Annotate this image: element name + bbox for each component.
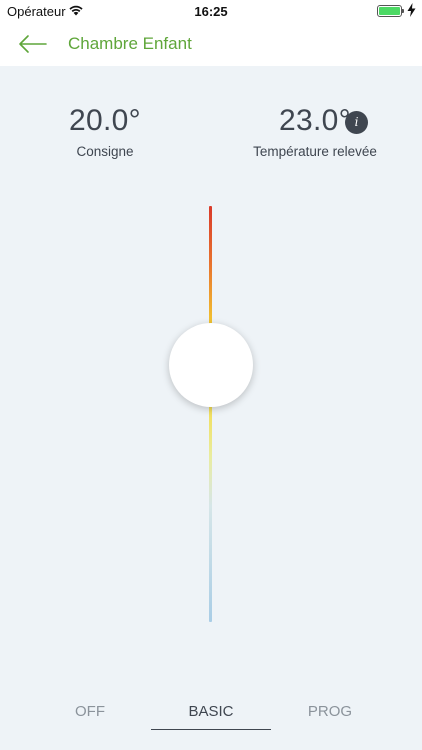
tab-off[interactable]: OFF	[40, 698, 140, 730]
battery-icon	[377, 5, 404, 17]
info-icon[interactable]: i	[345, 111, 368, 134]
navigation-bar: Chambre Enfant	[0, 22, 422, 66]
temperature-slider-track[interactable]	[209, 206, 212, 622]
mode-tabs: OFF BASIC PROG	[0, 698, 422, 734]
arrow-left-icon	[19, 35, 47, 53]
charging-bolt-icon	[407, 3, 416, 17]
setpoint-value: 20.0°	[69, 104, 141, 137]
measured-temperature-value: 23.0°	[279, 104, 351, 137]
status-time: 16:25	[194, 4, 228, 19]
page-title: Chambre Enfant	[68, 34, 192, 53]
temperature-slider-thumb[interactable]	[169, 323, 253, 407]
back-button[interactable]	[12, 30, 52, 58]
tab-prog[interactable]: PROG	[280, 698, 380, 730]
measured-temperature-block: 23.0° Température relevée	[232, 104, 398, 159]
measured-temperature-label: Température relevée	[253, 144, 377, 159]
status-bar: Opérateur 16:25	[0, 0, 422, 22]
tab-basic[interactable]: BASIC	[151, 698, 271, 730]
setpoint-block: 20.0° Consigne	[40, 104, 170, 159]
setpoint-label: Consigne	[76, 144, 134, 159]
